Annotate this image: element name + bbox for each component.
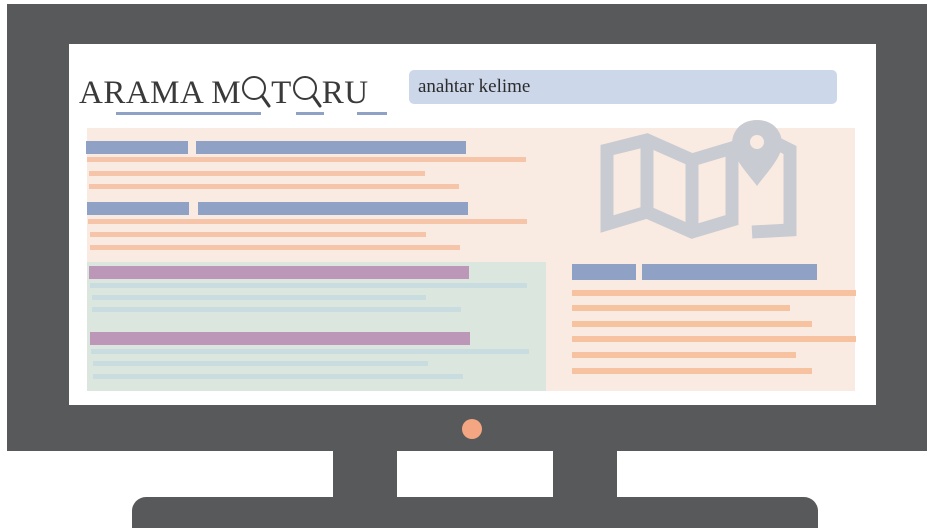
sponsored-snippet-line: [92, 307, 461, 312]
side-result-snippet-line: [572, 336, 856, 342]
result-snippet-line: [88, 219, 527, 224]
side-result-snippet-line: [572, 290, 856, 296]
search-query-text: anahtar kelime: [418, 76, 531, 97]
sponsored-snippet-line: [93, 374, 463, 379]
logo-underline: [357, 112, 387, 115]
map-with-pin-icon: [600, 120, 797, 239]
power-indicator-icon: [462, 419, 482, 439]
result-snippet-line: [90, 232, 426, 237]
search-input[interactable]: anahtar kelime: [409, 70, 837, 104]
monitor-screen: ARAMA M T RU anahtar kelime: [69, 44, 876, 405]
sponsored-snippet-line: [91, 349, 529, 354]
side-result-snippet-line: [572, 321, 812, 327]
monitor-stand-right: [553, 451, 617, 497]
monitor-stand-left: [333, 451, 397, 497]
logo-underline: [296, 112, 324, 115]
logo-text-middle: T: [271, 75, 292, 111]
sponsored-snippet-line: [92, 295, 426, 300]
result-title-link[interactable]: [87, 202, 189, 215]
side-result-title-link[interactable]: [572, 264, 636, 280]
magnifier-icon: [241, 74, 271, 112]
result-snippet-line: [89, 184, 459, 189]
side-result-title-link[interactable]: [642, 264, 817, 280]
logo-text-end: RU: [321, 75, 369, 111]
search-engine-logo: ARAMA M T RU: [79, 74, 369, 112]
monitor-base: [132, 497, 818, 528]
result-title-link[interactable]: [198, 202, 468, 215]
sponsored-results-panel: [87, 262, 546, 391]
sponsored-title-link[interactable]: [90, 332, 470, 345]
sponsored-snippet-line: [93, 361, 428, 366]
side-result-snippet-line: [572, 352, 796, 358]
result-title-link[interactable]: [196, 141, 466, 154]
sponsored-snippet-line: [90, 283, 527, 288]
side-result-snippet-line: [572, 368, 812, 374]
result-title-link[interactable]: [86, 141, 188, 154]
logo-underline: [116, 112, 261, 115]
result-snippet-line: [90, 245, 460, 250]
side-result-snippet-line: [572, 305, 790, 311]
sponsored-title-link[interactable]: [89, 266, 469, 279]
result-snippet-line: [89, 171, 425, 176]
logo-text-start: ARAMA M: [79, 75, 242, 111]
magnifier-icon: [292, 74, 322, 112]
result-snippet-line: [87, 157, 526, 162]
